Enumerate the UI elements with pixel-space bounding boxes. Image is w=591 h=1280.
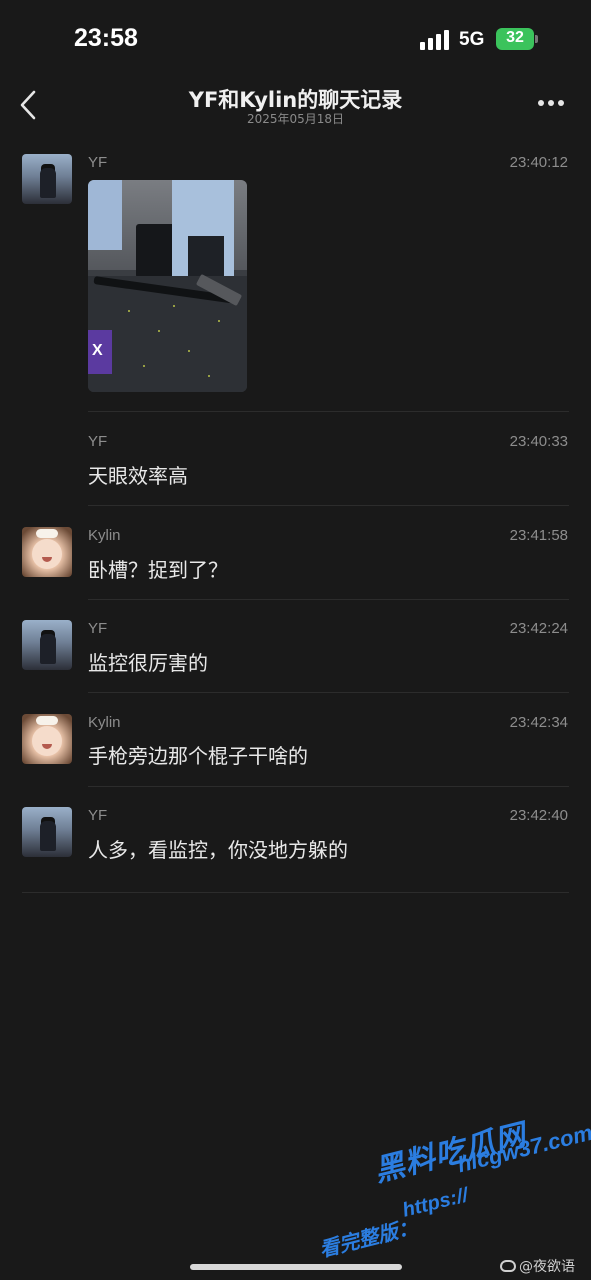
avatar-yf[interactable] [22,154,72,204]
message-time: 23:42:40 [509,807,568,824]
sender-name: Kylin [88,527,121,544]
weibo-credit-text: @夜欲语 [519,1259,575,1275]
watermark-prefix: 看完整版： [316,1214,420,1262]
photo-sign: X [88,330,112,374]
message-time: 23:40:12 [509,154,568,171]
divider [88,505,569,506]
message-time: 23:41:58 [509,527,568,544]
message-text[interactable]: 监控很厉害的 [88,647,208,676]
battery-icon: 32 [496,28,538,50]
message-text[interactable]: 天眼效率高 [88,460,188,489]
status-bar: 23:58 5G 32 [0,0,591,78]
home-indicator[interactable] [190,1264,402,1270]
message-time: 23:42:34 [509,714,568,731]
divider [22,892,569,893]
chat-date: 2025年05月18日 [246,112,345,126]
message-text[interactable]: 手枪旁边那个棍子干啥的 [88,740,308,769]
avatar-kylin[interactable] [22,714,72,764]
divider [88,599,569,600]
sender-name: YF [88,620,108,637]
avatar-yf[interactable] [22,620,72,670]
message-text[interactable]: 人多，看监控，你没地方躲的 [88,834,348,863]
sender-name: YF [88,154,108,171]
message-time: 23:42:24 [509,620,568,637]
avatar-kylin[interactable] [22,527,72,577]
more-horizontal-icon[interactable] [536,98,566,108]
nav-bar: YF和Kylin的聊天记录 2025年05月18日 [0,78,591,136]
sender-name: YF [88,807,108,824]
signal-icon [420,30,450,50]
sender-name: Kylin [88,714,121,731]
weibo-icon [500,1260,516,1272]
message-photo[interactable]: X [88,180,247,392]
status-time: 23:58 [74,24,138,52]
network-label: 5G [459,29,485,50]
weibo-credit: @夜欲语 [500,1256,575,1276]
divider [88,786,569,787]
divider [88,692,569,693]
divider [88,411,569,412]
avatar-yf[interactable] [22,807,72,857]
sender-name: YF [88,433,108,450]
message-text[interactable]: 卧槽？捉到了？ [88,554,228,583]
battery-level: 32 [506,29,524,46]
message-time: 23:40:33 [509,433,568,450]
